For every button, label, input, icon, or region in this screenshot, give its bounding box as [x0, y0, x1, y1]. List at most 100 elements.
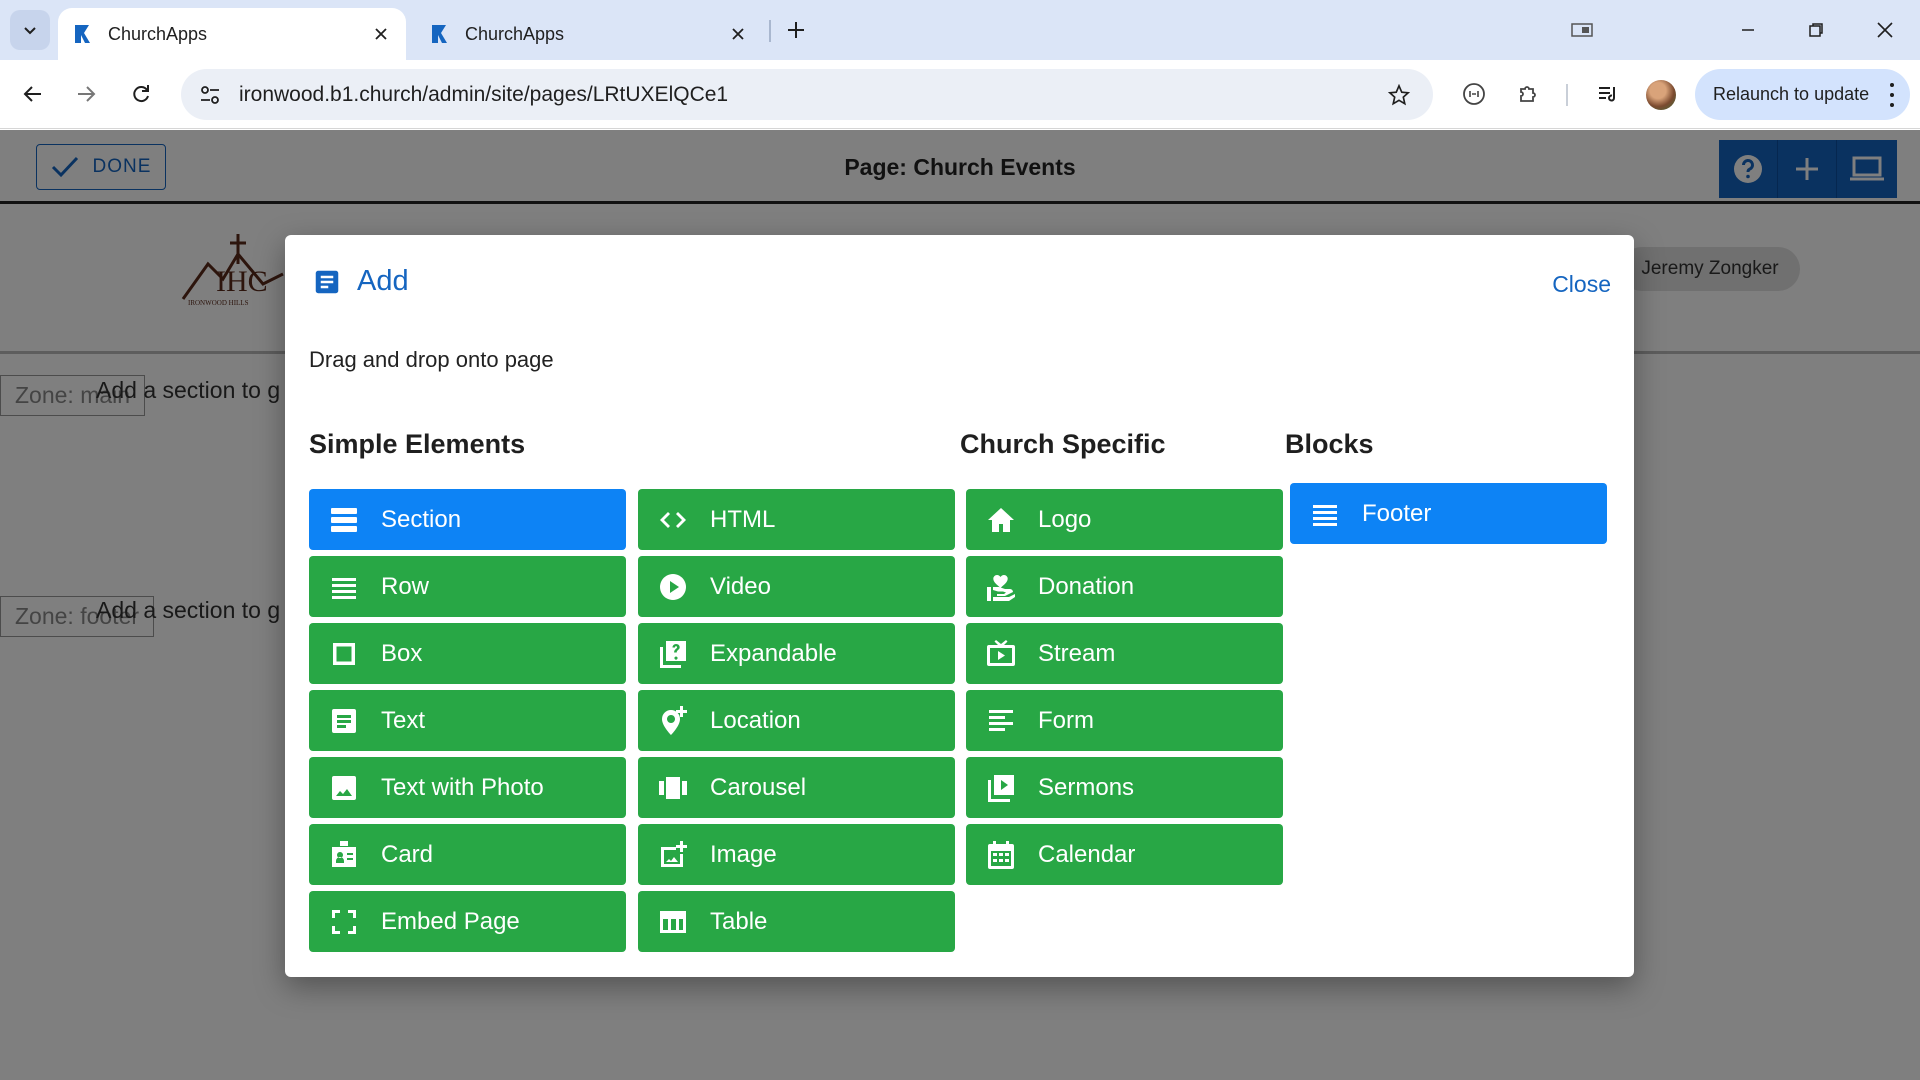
browser-tab-active[interactable]: ChurchApps — [58, 8, 406, 60]
element-button-form[interactable]: Form — [966, 690, 1283, 751]
browser-toolbar: ironwood.b1.church/admin/site/pages/LRtU… — [0, 60, 1920, 129]
element-button-label: Footer — [1362, 499, 1432, 527]
home-icon — [984, 503, 1018, 537]
media-control-icon[interactable] — [1560, 10, 1604, 50]
element-button-label: HTML — [710, 505, 776, 533]
element-button-location[interactable]: Location — [638, 690, 955, 751]
element-button-footer[interactable]: Footer — [1290, 483, 1607, 544]
close-button[interactable]: Close — [1552, 271, 1611, 298]
video-library-icon — [984, 771, 1018, 805]
element-button-label: Table — [710, 907, 768, 935]
element-button-text-with-photo[interactable]: Text with Photo — [309, 757, 626, 818]
element-button-expandable[interactable]: Expandable — [638, 623, 955, 684]
element-button-donation[interactable]: Donation — [966, 556, 1283, 617]
add-location-icon — [656, 704, 690, 738]
row-icon — [327, 570, 361, 604]
churchapps-favicon-icon — [75, 25, 90, 43]
section-icon — [327, 503, 361, 537]
tab-title: ChurchApps — [465, 23, 565, 44]
element-button-box[interactable]: Box — [309, 623, 626, 684]
element-button-label: Sermons — [1038, 773, 1135, 801]
extension-icon[interactable] — [1454, 74, 1494, 114]
element-button-label: Card — [381, 840, 434, 868]
tab-separator — [769, 20, 771, 42]
media-queue-icon[interactable] — [1588, 74, 1628, 114]
element-button-carousel[interactable]: Carousel — [638, 757, 955, 818]
puzzle-extensions-icon[interactable] — [1509, 74, 1549, 114]
restore-icon[interactable] — [1794, 10, 1838, 50]
heading-church-specific: Church Specific — [960, 429, 1166, 459]
toolbar-divider — [1566, 84, 1568, 106]
text-icon — [327, 704, 361, 738]
element-button-embed-page[interactable]: Embed Page — [309, 891, 626, 952]
url-text[interactable]: ironwood.b1.church/admin/site/pages/LRtU… — [239, 83, 1379, 107]
churchapps-favicon-icon — [432, 25, 447, 43]
close-window-icon[interactable] — [1863, 10, 1907, 50]
element-button-label: Box — [381, 639, 423, 667]
element-button-label: Stream — [1038, 639, 1116, 667]
plus-icon — [788, 22, 804, 38]
box-icon — [327, 637, 361, 671]
heading-blocks: Blocks — [1285, 429, 1374, 459]
element-button-label: Video — [710, 572, 771, 600]
element-button-video[interactable]: Video — [638, 556, 955, 617]
element-button-calendar[interactable]: Calendar — [966, 824, 1283, 885]
element-button-text[interactable]: Text — [309, 690, 626, 751]
help-box-icon — [656, 637, 690, 671]
photo-icon — [327, 771, 361, 805]
browser-tab-bar: ChurchApps ChurchApps — [0, 0, 1920, 60]
new-tab-button[interactable] — [780, 14, 812, 46]
more-menu-icon[interactable] — [1888, 83, 1896, 107]
element-button-label: Row — [381, 572, 430, 600]
element-button-card[interactable]: Card — [309, 824, 626, 885]
add-image-icon — [656, 838, 690, 872]
embed-icon — [327, 905, 361, 939]
minimize-icon[interactable] — [1726, 10, 1770, 50]
tab-close-icon[interactable] — [370, 23, 392, 45]
arrow-left-icon — [23, 86, 41, 102]
forward-button[interactable] — [66, 74, 106, 114]
dialog-instructions: Drag and drop onto page — [309, 347, 554, 372]
element-button-label: Section — [381, 505, 462, 533]
site-info-icon[interactable] — [187, 75, 233, 115]
element-button-label: Carousel — [710, 773, 807, 801]
relaunch-label: Relaunch to update — [1713, 84, 1870, 104]
element-button-section[interactable]: Section — [309, 489, 626, 550]
reload-button[interactable] — [121, 74, 161, 114]
heading-simple-elements: Simple Elements — [309, 429, 526, 459]
element-button-table[interactable]: Table — [638, 891, 955, 952]
element-button-label: Calendar — [1038, 840, 1136, 868]
element-button-label: Form — [1038, 706, 1094, 734]
element-button-html[interactable]: HTML — [638, 489, 955, 550]
code-icon — [656, 503, 690, 537]
profile-avatar[interactable] — [1646, 80, 1676, 110]
reload-icon — [133, 85, 149, 103]
add-elements-dialog: Add Close Drag and drop onto page Simple… — [285, 235, 1634, 977]
chevron-down-icon — [24, 27, 36, 35]
element-button-sermons[interactable]: Sermons — [966, 757, 1283, 818]
footer-icon — [1308, 497, 1342, 531]
table-icon — [656, 905, 690, 939]
address-bar[interactable]: ironwood.b1.church/admin/site/pages/LRtU… — [181, 69, 1433, 120]
element-button-label: Text with Photo — [381, 773, 544, 801]
back-button[interactable] — [13, 74, 53, 114]
bookmark-star-icon[interactable] — [1379, 75, 1419, 115]
dialog-title: Add — [357, 265, 409, 297]
element-button-image[interactable]: Image — [638, 824, 955, 885]
element-button-stream[interactable]: Stream — [966, 623, 1283, 684]
card-icon — [327, 838, 361, 872]
live-tv-icon — [984, 637, 1018, 671]
tab-title: ChurchApps — [108, 23, 208, 44]
arrow-right-icon — [78, 86, 96, 102]
element-button-row[interactable]: Row — [309, 556, 626, 617]
form-icon — [984, 704, 1018, 738]
element-button-label: Expandable — [710, 639, 837, 667]
play-icon — [656, 570, 690, 604]
browser-tab[interactable]: ChurchApps — [415, 8, 763, 60]
document-icon — [315, 270, 339, 293]
element-button-logo[interactable]: Logo — [966, 489, 1283, 550]
tab-close-icon[interactable] — [727, 23, 749, 45]
relaunch-update-button[interactable]: Relaunch to update — [1695, 69, 1910, 120]
tab-search-button[interactable] — [10, 10, 50, 50]
calendar-icon — [984, 838, 1018, 872]
